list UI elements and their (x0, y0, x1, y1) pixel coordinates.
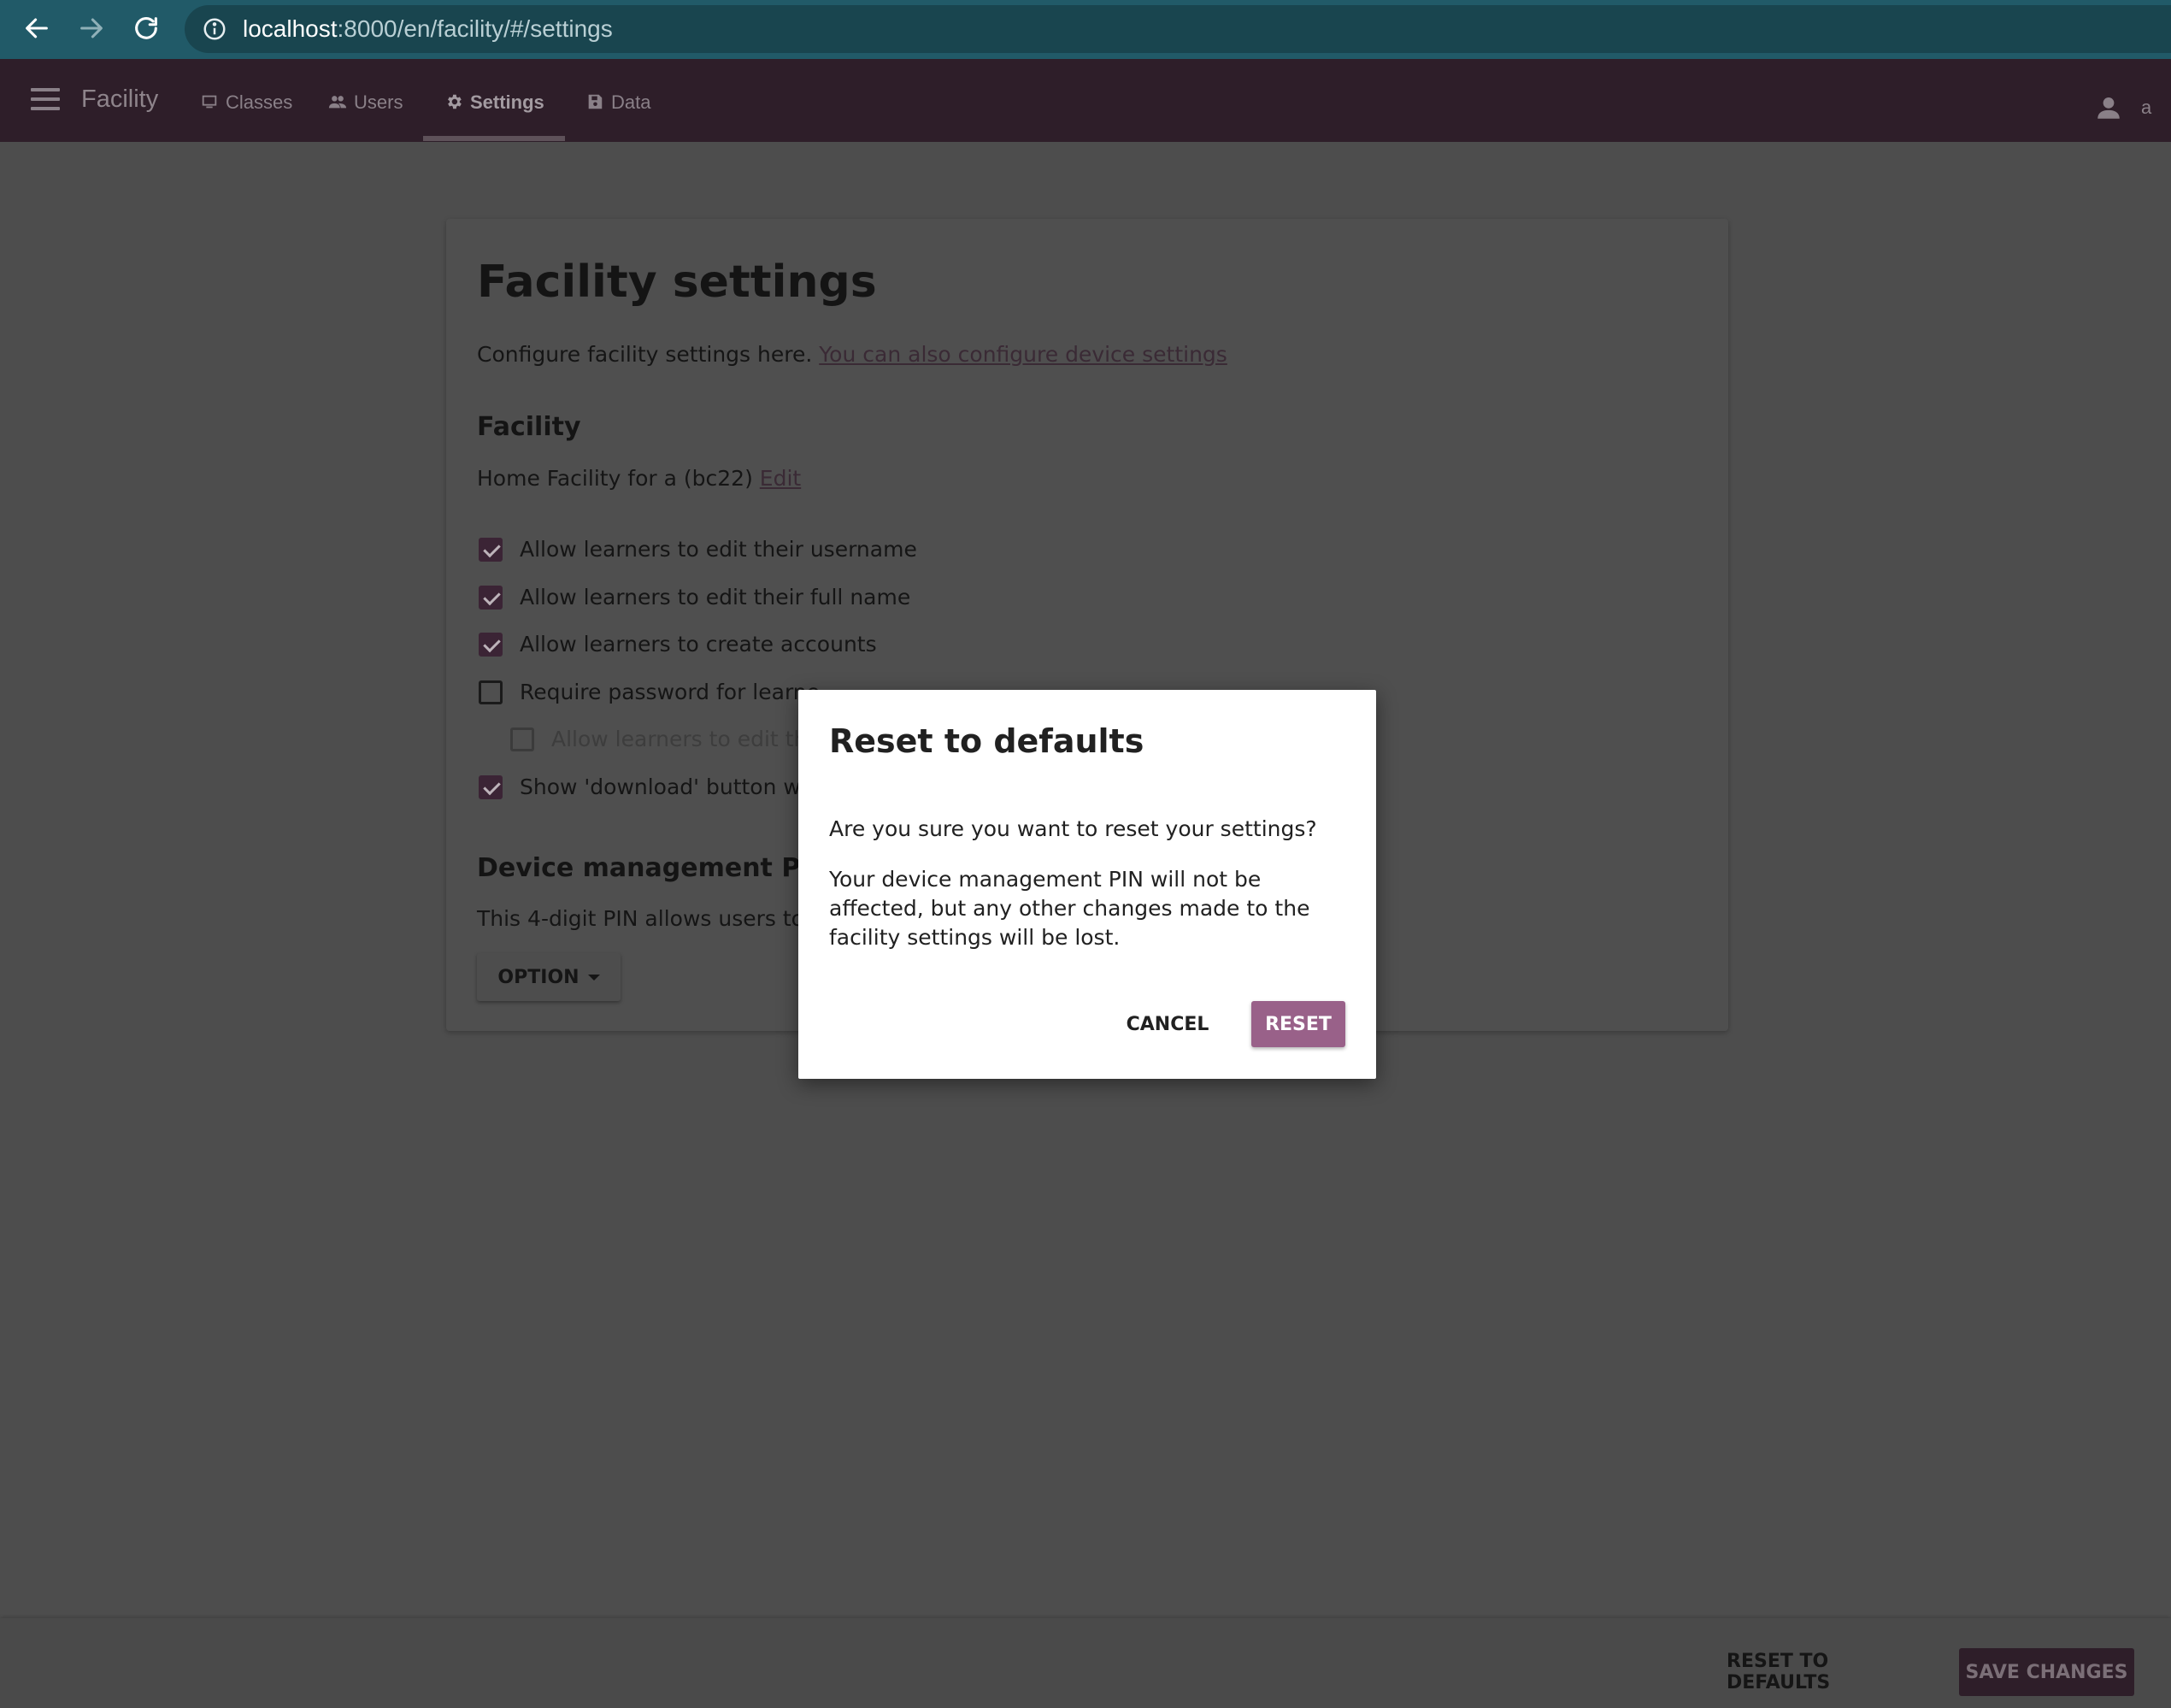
facility-name: Home Facility for a (bc22) Edit (477, 466, 801, 491)
checkbox-disabled-icon (510, 727, 534, 751)
url-text: localhost:8000/en/facility/#/settings (243, 15, 613, 43)
reset-defaults-modal: Reset to defaults Are you sure you want … (798, 690, 1376, 1079)
save-changes-button[interactable]: SAVE CHANGES (1959, 1648, 2134, 1696)
hamburger-menu-icon[interactable] (31, 88, 60, 112)
classroom-icon (202, 95, 217, 109)
page-title: Facility settings (477, 256, 877, 308)
checkbox-edit-password: Allow learners to edit the (510, 727, 821, 751)
checkbox-edit-username[interactable]: Allow learners to edit their username (479, 537, 917, 562)
url-path: :8000/en/facility/#/settings (337, 15, 613, 42)
tab-data[interactable]: Data (585, 91, 650, 143)
tab-classes-label: Classes (226, 91, 293, 113)
option-dropdown-button[interactable]: OPTION (477, 953, 621, 1001)
arrow-left-icon (26, 18, 48, 38)
checkbox-label: Allow learners to create accounts (520, 632, 877, 657)
cancel-button[interactable]: CANCEL (1116, 1001, 1219, 1047)
checkbox-checked-icon[interactable] (479, 537, 503, 562)
tab-data-label: Data (611, 91, 651, 113)
forward-button[interactable] (70, 9, 113, 48)
app-title: Facility (81, 85, 159, 113)
checkbox-show-download[interactable]: Show 'download' button with (479, 774, 828, 799)
checkbox-label: Show 'download' button with (520, 774, 829, 799)
checkbox-label: Allow learners to edit their full name (520, 585, 911, 610)
save-icon (588, 94, 603, 109)
checkbox-checked-icon[interactable] (479, 585, 503, 610)
checkbox-unchecked-icon[interactable] (479, 680, 503, 704)
checkbox-label: Require password for learne (520, 680, 821, 704)
people-icon (328, 96, 347, 109)
user-icon[interactable] (2094, 93, 2123, 122)
modal-question: Are you sure you want to reset your sett… (829, 816, 1317, 841)
pin-heading: Device management PIN (477, 853, 832, 883)
checkbox-require-password[interactable]: Require password for learne (479, 680, 820, 704)
reset-button[interactable]: RESET (1251, 1001, 1345, 1047)
tab-classes[interactable]: Classes (200, 91, 292, 143)
browser-toolbar: localhost:8000/en/facility/#/settings (0, 0, 2171, 59)
intro-text: Configure facility settings here. You ca… (477, 342, 1227, 367)
app-header: Facility Classes Users Settings Data a (0, 59, 2171, 142)
checkbox-checked-icon[interactable] (479, 774, 503, 799)
url-host: localhost (243, 15, 338, 42)
checkbox-label: Allow learners to edit their username (520, 537, 917, 562)
edit-facility-link[interactable]: Edit (760, 466, 801, 491)
address-bar[interactable]: localhost:8000/en/facility/#/settings (185, 5, 2171, 53)
reload-button[interactable] (125, 9, 168, 48)
facility-name-label: Home Facility for a (bc22) (477, 466, 760, 491)
gear-icon (448, 94, 462, 109)
intro-text-label: Configure facility settings here. (477, 342, 820, 367)
option-label: OPTION (497, 966, 580, 988)
tab-settings-label: Settings (470, 91, 544, 113)
checkbox-create-accounts[interactable]: Allow learners to create accounts (479, 632, 877, 657)
checkbox-edit-full-name[interactable]: Allow learners to edit their full name (479, 585, 910, 610)
facility-heading: Facility (477, 412, 581, 442)
tab-users-label: Users (354, 91, 403, 113)
reload-icon (135, 17, 157, 39)
tab-users[interactable]: Users (328, 91, 403, 143)
tab-settings[interactable]: Settings (444, 91, 544, 143)
caret-down-icon (587, 974, 600, 981)
user-name[interactable]: a (2141, 97, 2151, 119)
active-tab-indicator (423, 136, 565, 141)
info-icon (203, 18, 226, 40)
back-button[interactable] (15, 9, 58, 48)
modal-title: Reset to defaults (829, 722, 1144, 760)
device-settings-link[interactable]: You can also configure device settings (819, 342, 1227, 367)
checkbox-checked-icon[interactable] (479, 632, 503, 657)
checkbox-label: Allow learners to edit the (551, 727, 821, 751)
reset-to-defaults-button[interactable]: RESET TO DEFAULTS (1727, 1648, 1932, 1696)
arrow-right-icon (80, 18, 103, 38)
pin-description: This 4-digit PIN allows users to m (477, 906, 833, 931)
modal-note: Your device management PIN will not be a… (829, 867, 1310, 950)
